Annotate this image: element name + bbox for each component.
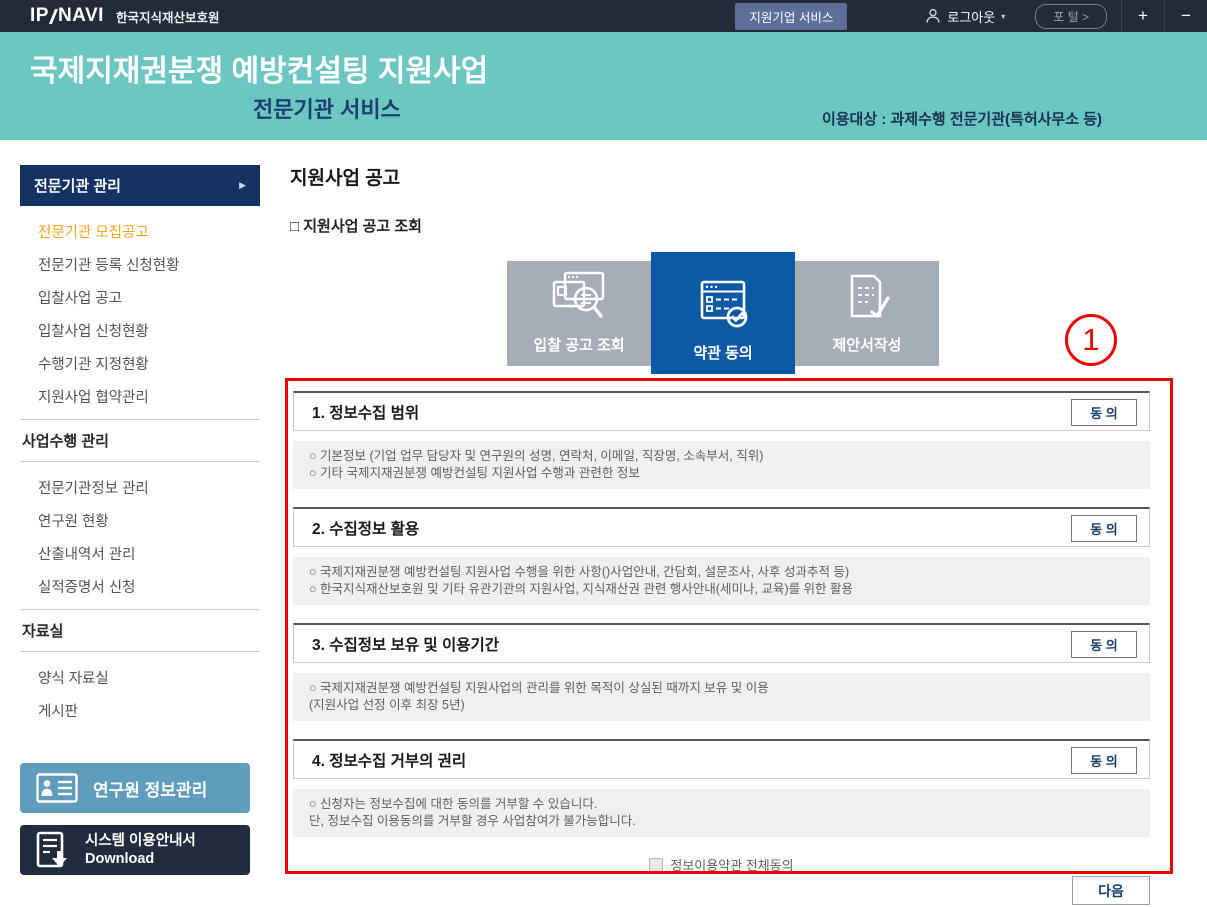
font-increase-button[interactable]: + xyxy=(1121,0,1164,32)
agreement-4-body: ○ 신청자는 정보수집에 대한 동의를 거부할 수 있습니다. 단, 정보수집 … xyxy=(293,789,1150,837)
sidebar-menu-header[interactable]: 전문기관 관리 ▶ xyxy=(20,165,260,206)
agreement-1-line2: ○ 기타 국제지재권분쟁 예방컨설팅 지원사업 수행과 관련한 정보 xyxy=(309,465,1134,482)
agreement-1-header: 1. 정보수집 범위 동 의 xyxy=(293,391,1150,431)
top-bar: IP NAVI 한국지식재산보호원 지원기업 서비스 로그아웃 ▾ 포 털 > … xyxy=(0,0,1207,32)
agreement-4-header: 4. 정보수집 거부의 권리 동 의 xyxy=(293,739,1150,779)
sidebar-group-2: 전문기관정보 관리 연구원 현황 산출내역서 관리 실적증명서 신청 xyxy=(20,462,260,609)
agree-button-1[interactable]: 동 의 xyxy=(1071,399,1137,426)
service-title: 국제지재권분쟁 예방컨설팅 지원사업 xyxy=(30,46,488,90)
agreement-1-line1: ○ 기본정보 (기업 업무 담당자 및 연구원의 성명, 연락처, 이메일, 직… xyxy=(309,448,1134,465)
all-agree-row: 정보이용약관 전체동의 xyxy=(293,855,1150,874)
agreement-2-body: ○ 국제지재권분쟁 예방컨설팅 지원사업 수행을 위한 사항()사업안내, 간담… xyxy=(293,557,1150,605)
sidebar-item-bid-application-status[interactable]: 입찰사업 신청현황 xyxy=(38,314,260,347)
manual-line1: 시스템 이용안내서 xyxy=(85,833,196,849)
logo-slash-icon xyxy=(49,9,58,24)
audience-note: 이용대상 : 과제수행 전문기관(특허사무소 등) xyxy=(822,108,1102,129)
next-button[interactable]: 다음 xyxy=(1072,876,1150,905)
main-content: 지원사업 공고 □ 지원사업 공고 조회 입찰 공고 조회 xyxy=(290,160,1175,907)
agreement-list: 1. 정보수집 범위 동 의 ○ 기본정보 (기업 업무 담당자 및 연구원의 … xyxy=(293,391,1150,874)
font-decrease-button[interactable]: − xyxy=(1164,0,1207,32)
proposal-edit-icon xyxy=(838,270,896,324)
agreement-4-title: 4. 정보수집 거부의 권리 xyxy=(312,749,466,771)
agreement-4-line1: ○ 신청자는 정보수집에 대한 동의를 거부할 수 있습니다. xyxy=(309,796,1134,813)
agreement-3-title: 3. 수집정보 보유 및 이용기간 xyxy=(312,633,499,655)
sidebar-menu-title: 전문기관 관리 xyxy=(34,175,121,196)
agreement-1-title: 1. 정보수집 범위 xyxy=(312,401,419,423)
agreement-1-body: ○ 기본정보 (기업 업무 담당자 및 연구원의 성명, 연락처, 이메일, 직… xyxy=(293,441,1150,489)
step-bid-notice-search[interactable]: 입찰 공고 조회 xyxy=(507,261,651,366)
agreement-2-title: 2. 수집정보 활용 xyxy=(312,517,419,539)
user-icon xyxy=(925,8,941,24)
system-manual-download-button[interactable]: 시스템 이용안내서 Download xyxy=(20,825,250,875)
logo-ip-text: IP xyxy=(30,5,49,27)
support-company-service-button[interactable]: 지원기업 서비스 xyxy=(735,3,847,30)
sidebar-item-expert-registration-status[interactable]: 전문기관 등록 신청현황 xyxy=(38,248,260,281)
sidebar-item-output-statement[interactable]: 산출내역서 관리 xyxy=(38,537,260,570)
step-terms-agreement[interactable]: 약관 동의 xyxy=(651,252,795,374)
sidebar-item-expert-recruit-notice[interactable]: 전문기관 모집공고 xyxy=(38,215,260,248)
logout-label: 로그아웃 xyxy=(947,7,995,26)
step-proposal-writing[interactable]: 제안서작성 xyxy=(795,261,939,366)
all-agree-checkbox[interactable] xyxy=(649,858,663,872)
terms-check-icon xyxy=(694,278,752,332)
id-card-icon xyxy=(36,773,78,803)
sidebar-item-researcher-status[interactable]: 연구원 현황 xyxy=(38,504,260,537)
agreement-section-4: 4. 정보수집 거부의 권리 동 의 ○ 신청자는 정보수집에 대한 동의를 거… xyxy=(293,739,1150,837)
agreement-4-line2: 단, 정보수집 이용동의를 거부할 경우 사업참여가 불가능합니다. xyxy=(309,813,1134,830)
sidebar-item-agreement-management[interactable]: 지원사업 협약관리 xyxy=(38,380,260,413)
agree-button-4[interactable]: 동 의 xyxy=(1071,747,1137,774)
researcher-info-label: 연구원 정보관리 xyxy=(93,776,207,801)
agreement-2-line1: ○ 국제지재권분쟁 예방컨설팅 지원사업 수행을 위한 사항()사업안내, 간담… xyxy=(309,564,1134,581)
chevron-down-icon: ▾ xyxy=(1001,12,1005,21)
agreement-3-line1: ○ 국제지재권분쟁 예방컨설팅 지원사업의 관리를 위한 목적이 상실된 때까지… xyxy=(309,680,1134,697)
agreement-section-2: 2. 수집정보 활용 동 의 ○ 국제지재권분쟁 예방컨설팅 지원사업 수행을 … xyxy=(293,507,1150,605)
sidebar-item-form-library[interactable]: 양식 자료실 xyxy=(38,661,260,694)
sidebar-item-expert-info-management[interactable]: 전문기관정보 관리 xyxy=(38,471,260,504)
sidebar-group-1: 전문기관 모집공고 전문기관 등록 신청현황 입찰사업 공고 입찰사업 신청현황… xyxy=(20,206,260,419)
sidebar-item-bulletin-board[interactable]: 게시판 xyxy=(38,694,260,727)
agreement-2-header: 2. 수집정보 활용 동 의 xyxy=(293,507,1150,547)
agreement-2-line2: ○ 한국지식재산보호원 및 기타 유관기관의 지원사업, 지식재산권 관련 행사… xyxy=(309,581,1134,598)
portal-button[interactable]: 포 털 > xyxy=(1035,4,1107,29)
agreement-3-header: 3. 수집정보 보유 및 이용기간 동 의 xyxy=(293,623,1150,663)
sidebar-item-performance-certificate[interactable]: 실적증명서 신청 xyxy=(38,570,260,603)
logo-navi-text: NAVI xyxy=(58,5,104,27)
all-agree-label: 정보이용약관 전체동의 xyxy=(670,855,793,874)
step-label: 약관 동의 xyxy=(693,342,752,363)
page-title: 지원사업 공고 xyxy=(290,163,400,190)
step-indicator: 입찰 공고 조회 약관 동의 xyxy=(507,252,939,374)
sidebar-item-agency-designation-status[interactable]: 수행기관 지정현황 xyxy=(38,347,260,380)
sidebar-group-3: 양식 자료실 게시판 xyxy=(20,652,260,733)
service-subtitle: 전문기관 서비스 xyxy=(253,92,401,124)
agreement-section-1: 1. 정보수집 범위 동 의 ○ 기본정보 (기업 업무 담당자 및 연구원의 … xyxy=(293,391,1150,489)
agree-button-2[interactable]: 동 의 xyxy=(1071,515,1137,542)
sidebar-item-bid-notice[interactable]: 입찰사업 공고 xyxy=(38,281,260,314)
ipnavi-logo[interactable]: IP NAVI xyxy=(30,5,104,27)
org-name: 한국지식재산보호원 xyxy=(116,7,220,26)
sidebar-group-2-title: 사업수행 관리 xyxy=(20,420,260,461)
arrow-right-icon: ▶ xyxy=(239,180,246,191)
agreement-section-3: 3. 수집정보 보유 및 이용기간 동 의 ○ 국제지재권분쟁 예방컨설팅 지원… xyxy=(293,623,1150,721)
step-label: 입찰 공고 조회 xyxy=(533,334,624,355)
topbar-right: 지원기업 서비스 로그아웃 ▾ 포 털 > + − xyxy=(735,0,1207,32)
system-manual-label: 시스템 이용안내서 Download xyxy=(85,832,196,868)
agreement-3-body: ○ 국제지재권분쟁 예방컨설팅 지원사업의 관리를 위한 목적이 상실된 때까지… xyxy=(293,673,1150,721)
sidebar: 전문기관 관리 ▶ 전문기관 모집공고 전문기관 등록 신청현황 입찰사업 공고… xyxy=(20,165,260,875)
logout-menu[interactable]: 로그아웃 ▾ xyxy=(925,7,1005,26)
section-title: □ 지원사업 공고 조회 xyxy=(290,215,422,236)
agreement-3-line2: (지원사업 선정 이후 최장 5년) xyxy=(309,697,1134,714)
sidebar-group-3-title: 자료실 xyxy=(20,610,260,651)
researcher-info-button[interactable]: 연구원 정보관리 xyxy=(20,763,250,813)
agree-button-3[interactable]: 동 의 xyxy=(1071,631,1137,658)
download-document-icon xyxy=(36,831,70,869)
manual-line2: Download xyxy=(85,851,154,867)
step-label: 제안서작성 xyxy=(832,334,901,355)
page-header: 국제지재권분쟁 예방컨설팅 지원사업 전문기관 서비스 이용대상 : 과제수행 … xyxy=(0,32,1207,140)
search-notice-icon xyxy=(550,270,608,324)
